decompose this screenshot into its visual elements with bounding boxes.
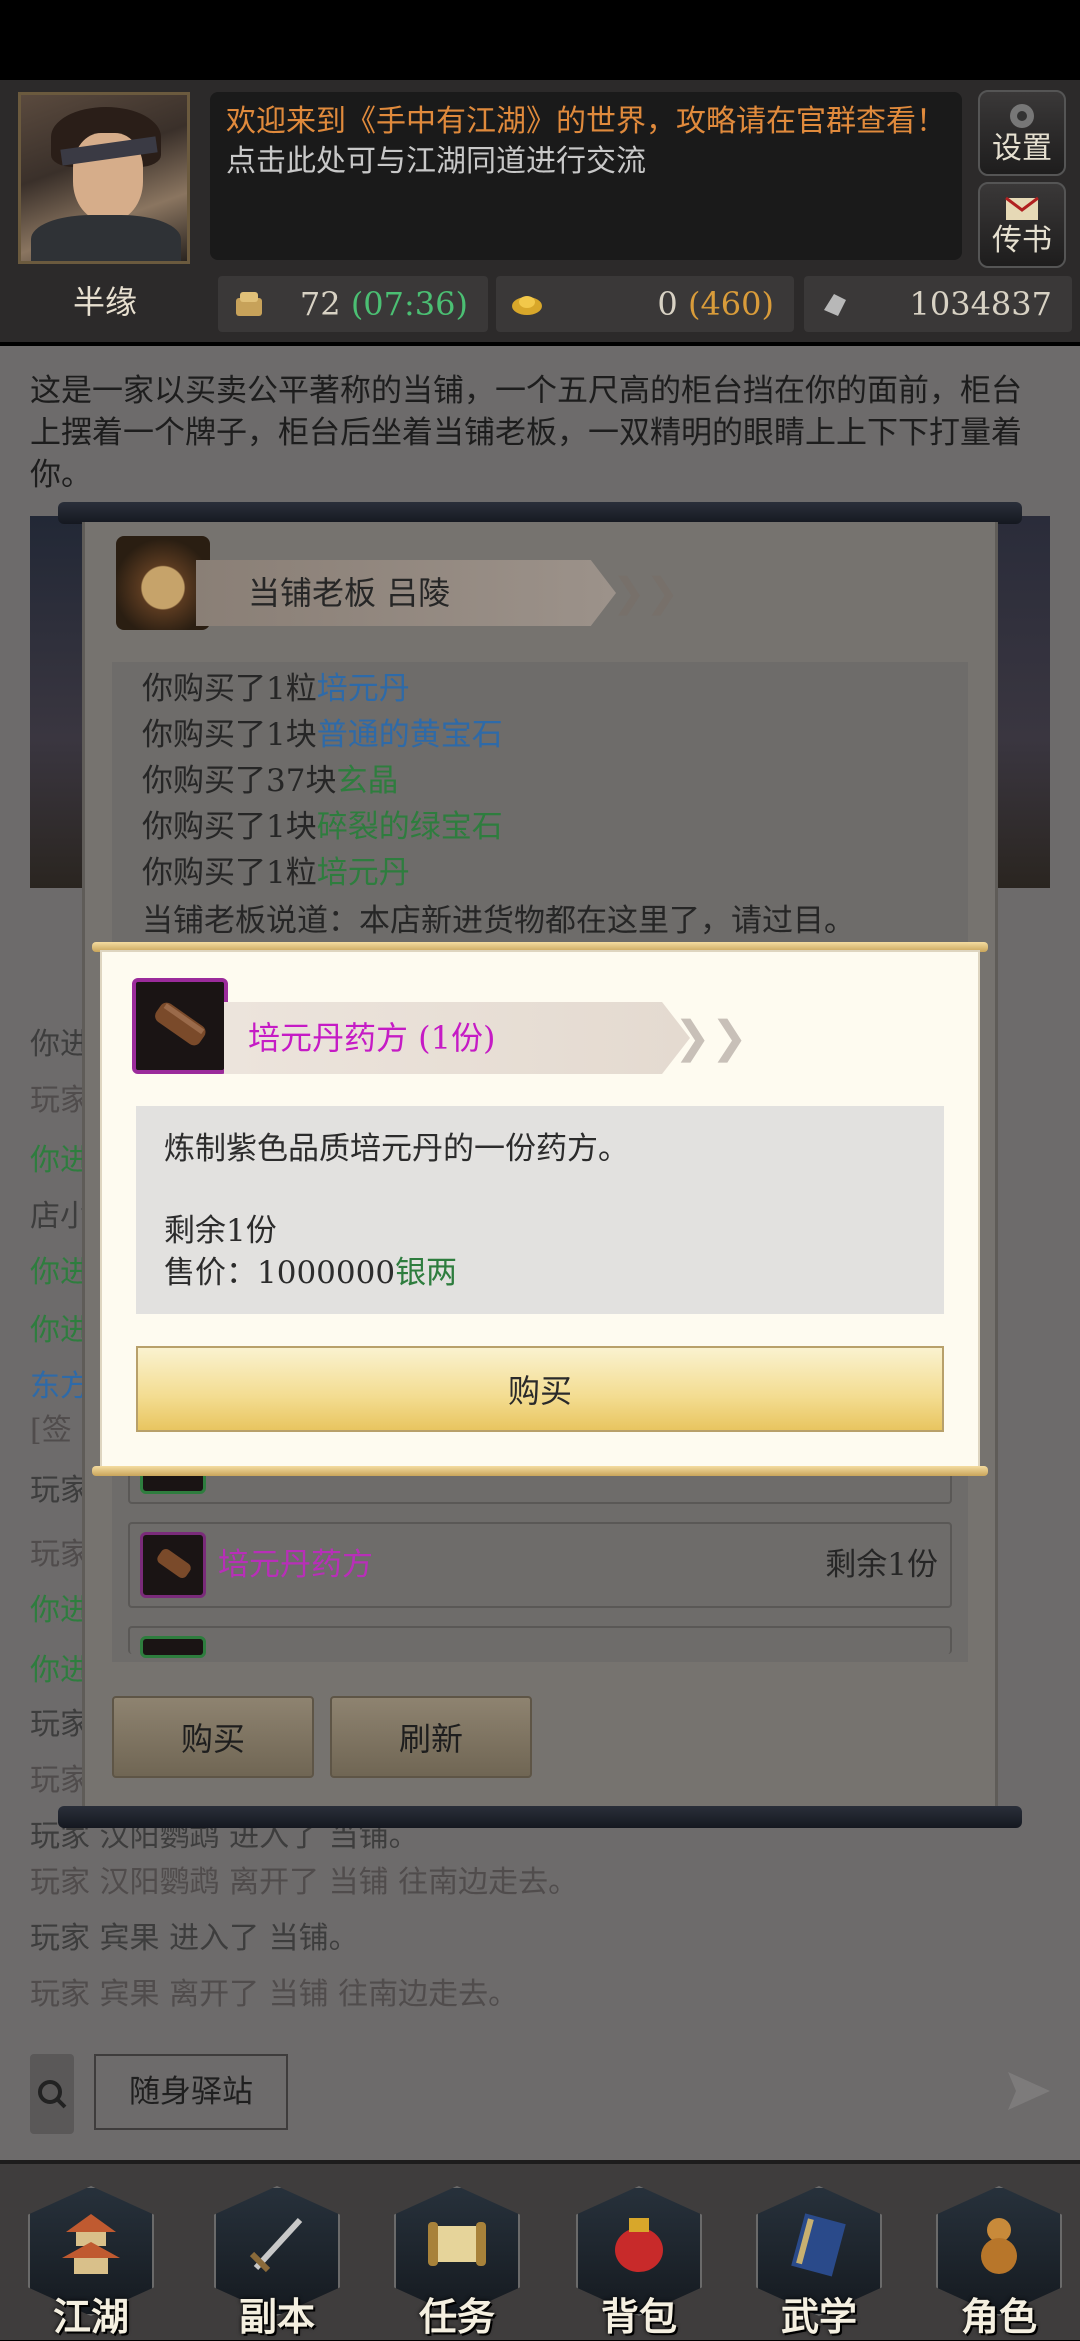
purchase-log-line: 你购买了1块碎裂的绿宝石: [142, 809, 503, 845]
scroll-rod-top: [58, 502, 1022, 524]
shop-refresh-button[interactable]: 刷新: [330, 1696, 532, 1778]
nav-bag[interactable]: 背包: [576, 2186, 702, 2339]
recipe-scroll-icon: [132, 978, 228, 1074]
settings-label: 设置: [992, 131, 1052, 166]
keeper-portrait[interactable]: [116, 536, 210, 630]
welcome-text: 欢迎来到《手中有江湖》的世界，攻略请在官群查看！: [226, 104, 946, 139]
scene-image-right: [996, 516, 1050, 888]
dialog-title: 培元丹药方 (1份): [248, 1019, 496, 1057]
send-icon[interactable]: [1004, 2066, 1054, 2116]
mail-label: 传书: [992, 223, 1052, 258]
gold-stat[interactable]: 0 (460): [496, 276, 794, 332]
nav-label: 副本: [238, 2294, 315, 2339]
mail-button[interactable]: 传书: [978, 182, 1066, 268]
chat-fragment: [签: [30, 1413, 72, 1448]
silver-ingot-icon: [824, 294, 846, 316]
gear-icon: [1010, 104, 1034, 128]
chat-hint-text: 点击此处可与江湖同道进行交流: [226, 144, 646, 179]
bag-icon: [615, 2218, 663, 2272]
chat-fragment: 你进: [30, 1255, 90, 1290]
nav-sword[interactable]: 副本: [214, 2186, 340, 2339]
gold-ingot-icon: [512, 296, 542, 315]
chat-fragment: 玩家: [30, 1537, 90, 1572]
energy-timer: (07:36): [350, 285, 468, 323]
item-remaining: 剩余1份: [164, 1213, 277, 1249]
chat-fragment: 你进: [30, 1653, 90, 1688]
travel-station-button[interactable]: 随身驿站: [94, 2054, 288, 2130]
chat-fragment: 你进: [30, 1027, 90, 1062]
item-icon: [140, 1636, 206, 1658]
item-price: 售价：1000000银两: [164, 1255, 458, 1291]
room-description: 这是一家以买卖公平著称的当铺，一个五尺高的柜台挡在你的面前，柜台上摆着一个牌子，…: [30, 373, 1022, 493]
gold-extra: (460): [687, 285, 774, 323]
nav-label: 背包: [600, 2294, 677, 2339]
dialog-rod-bottom: [92, 1466, 988, 1476]
chat-line: 玩家 汉阳鹦鹉 离开了 当铺 往南边走去。: [30, 1865, 579, 1900]
status-bar: [0, 0, 1080, 80]
chat-fragment: 你进: [30, 1143, 90, 1178]
energy-stat[interactable]: 72 (07:36): [218, 276, 488, 332]
shop-buy-button[interactable]: 购买: [112, 1696, 314, 1778]
chat-fragment: 玩家: [30, 1707, 90, 1742]
silver-value: 1034837: [909, 285, 1052, 323]
shop-item-row[interactable]: 培元丹药方 剩余1份: [128, 1522, 952, 1608]
nav-label: 任务: [418, 2294, 495, 2339]
energy-icon: [236, 292, 262, 316]
keeper-name: 当铺老板 吕陵: [248, 574, 451, 612]
item-name: 培元丹药方: [218, 1547, 373, 1583]
avatar[interactable]: [18, 92, 190, 264]
book-icon: [791, 2213, 846, 2277]
item-description: 炼制紫色品质培元丹的一份药方。: [164, 1131, 629, 1167]
nav-label: 江湖: [52, 2294, 129, 2339]
nav-gourd[interactable]: 角色: [936, 2186, 1062, 2339]
settings-button[interactable]: 设置: [978, 90, 1066, 176]
gold-value: 0: [657, 285, 678, 323]
scroll-rod-bottom: [58, 1806, 1022, 1828]
energy-value: 72: [299, 285, 341, 323]
chat-fragment: 玩家: [30, 1763, 90, 1798]
chat-fragment: 玩家: [30, 1083, 90, 1118]
shop-item-row[interactable]: [128, 1626, 952, 1658]
double-chevron-icon: ❯❯: [612, 570, 680, 616]
chat-fragment: 东方: [30, 1369, 90, 1404]
chat-notice-box[interactable]: 欢迎来到《手中有江湖》的世界，攻略请在官群查看！ 点击此处可与江湖同道进行交流: [210, 92, 962, 260]
envelope-icon: [1005, 196, 1039, 220]
nav-book[interactable]: 武学: [756, 2186, 882, 2339]
sword-icon: [249, 2217, 303, 2273]
double-chevron-icon: ❯❯: [674, 1012, 748, 1063]
search-icon[interactable]: [30, 2054, 74, 2134]
silver-stat[interactable]: 1034837: [804, 276, 1072, 332]
chat-fragment: 店小: [30, 1199, 90, 1234]
purchase-log-line: 你购买了1块普通的黄宝石: [142, 717, 503, 753]
scroll-icon: [428, 2222, 486, 2266]
bottom-nav: [0, 2160, 1080, 2340]
nav-label: 角色: [960, 2294, 1037, 2339]
purchase-log-line: 你购买了1粒培元丹: [142, 855, 410, 891]
nav-scroll[interactable]: 任务: [394, 2186, 520, 2339]
chat-fragment: 你进: [30, 1593, 90, 1628]
nav-pagoda[interactable]: 江湖: [28, 2186, 154, 2339]
chat-fragment: 玩家: [30, 1473, 90, 1508]
player-name[interactable]: 半缘: [0, 272, 210, 332]
purchase-log-line: 你购买了37块玄晶: [142, 763, 399, 799]
recipe-scroll-icon: [140, 1532, 206, 1598]
pagoda-icon: [62, 2214, 120, 2274]
purchase-log-line: 你购买了1粒培元丹: [142, 671, 410, 707]
chat-line: 玩家 宾果 进入了 当铺。: [30, 1921, 359, 1956]
dialog-buy-button[interactable]: 购买: [136, 1346, 944, 1432]
gourd-icon: [981, 2218, 1017, 2274]
keeper-speech: 当铺老板说道：本店新进货物都在这里了，请过目。: [142, 903, 855, 939]
item-remaining: 剩余1份: [825, 1547, 938, 1583]
nav-label: 武学: [780, 2294, 857, 2339]
chat-fragment: 你进: [30, 1313, 90, 1348]
chat-line: 玩家 宾果 离开了 当铺 往南边走去。: [30, 1977, 519, 2012]
